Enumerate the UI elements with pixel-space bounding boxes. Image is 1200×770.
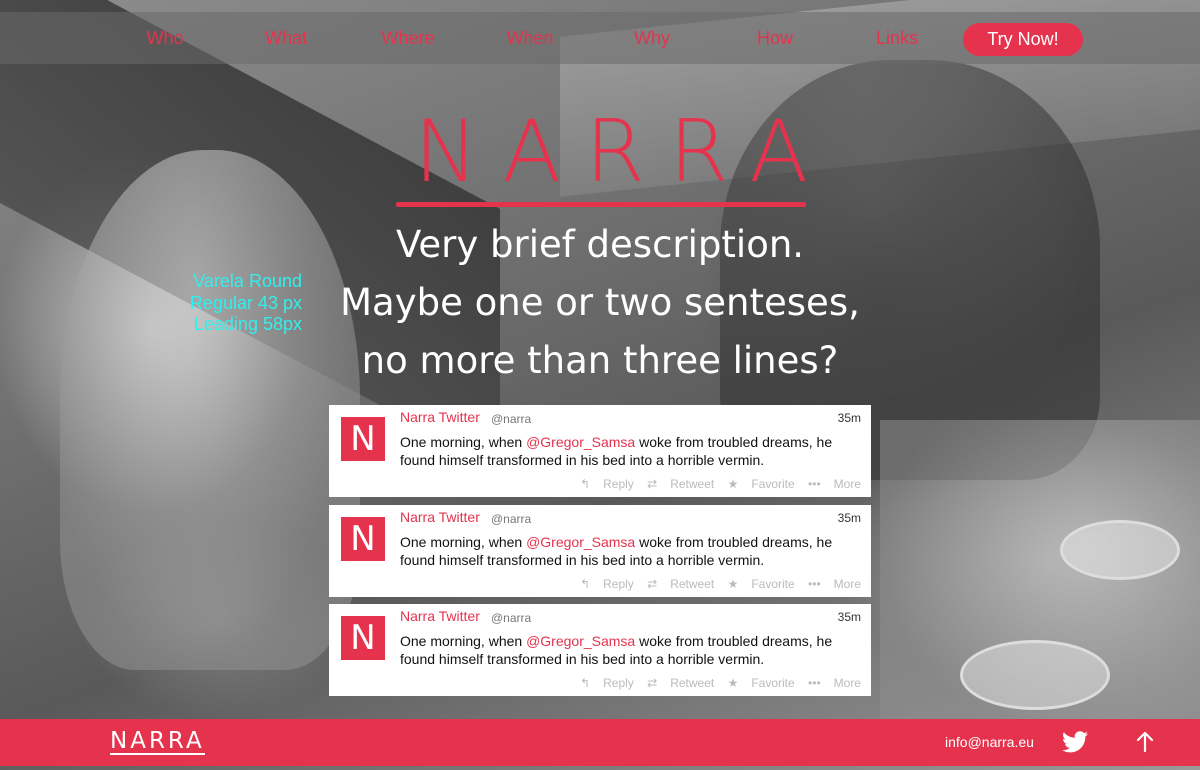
tweet-mention-link[interactable]: @Gregor_Samsa (526, 633, 635, 649)
font-annotation: Varela Round Regular 43 px Leading 58px (150, 271, 302, 336)
nav-item-when[interactable]: When (475, 12, 585, 64)
more-dots-icon: ••• (808, 577, 821, 591)
more-action[interactable]: ••• More (808, 477, 861, 491)
hero-logo-underline (396, 202, 806, 207)
favorite-action[interactable]: ★ Favorite (728, 577, 795, 591)
hero-logo: NARRA (414, 102, 833, 202)
nav-item-who[interactable]: Who (110, 12, 220, 64)
hero-description-line: no more than three lines? (361, 339, 839, 382)
twitter-icon[interactable] (1062, 731, 1088, 753)
tweet-time[interactable]: 35m (838, 511, 861, 525)
retweet-action[interactable]: ⇄ Retweet (647, 577, 714, 591)
tweet-mention-link[interactable]: @Gregor_Samsa (526, 534, 635, 550)
reply-label: Reply (603, 477, 634, 491)
more-label: More (833, 477, 861, 491)
footer: NARRA info@narra.eu (0, 719, 1200, 766)
more-label: More (833, 676, 861, 690)
nav-item-links[interactable]: Links (842, 12, 952, 64)
favorite-label: Favorite (751, 477, 795, 491)
tweet-author-name[interactable]: Narra Twitter (400, 509, 480, 525)
reply-icon: ↰ (580, 577, 591, 591)
try-now-button[interactable]: Try Now! (963, 23, 1083, 56)
nav-item-where[interactable]: Where (353, 12, 463, 64)
reply-label: Reply (603, 676, 634, 690)
more-dots-icon: ••• (808, 477, 821, 491)
reply-action[interactable]: ↰ Reply (580, 477, 634, 491)
nav-item-what[interactable]: What (231, 12, 341, 64)
reply-icon: ↰ (580, 477, 591, 491)
tweet-time[interactable]: 35m (838, 610, 861, 624)
tweet-actions: ↰ Reply ⇄ Retweet ★ Favorite ••• More (570, 676, 861, 690)
tweet-text: One morning, when @Gregor_Samsa woke fro… (400, 433, 866, 469)
background-plate (1060, 520, 1180, 580)
star-icon: ★ (727, 676, 739, 690)
background-plate (960, 640, 1110, 710)
retweet-icon: ⇄ (647, 477, 658, 491)
tweet-text: One morning, when @Gregor_Samsa woke fro… (400, 533, 866, 569)
tweet-author-handle[interactable]: @narra (491, 412, 531, 426)
retweet-action[interactable]: ⇄ Retweet (647, 676, 714, 690)
tweet-author-handle[interactable]: @narra (491, 512, 531, 526)
font-annotation-line: Leading 58px (193, 314, 302, 334)
reply-action[interactable]: ↰ Reply (580, 676, 634, 690)
tweet-card: N Narra Twitter @narra 35m One morning, … (329, 604, 871, 696)
favorite-action[interactable]: ★ Favorite (728, 477, 795, 491)
top-nav: Who What Where When Why How Links Try No… (0, 12, 1200, 64)
tweet-card: N Narra Twitter @narra 35m One morning, … (329, 405, 871, 497)
reply-action[interactable]: ↰ Reply (580, 577, 634, 591)
tweet-author-name[interactable]: Narra Twitter (400, 608, 480, 624)
hero-description-line: Maybe one or two senteses, (340, 281, 860, 324)
reply-label: Reply (603, 577, 634, 591)
retweet-action[interactable]: ⇄ Retweet (647, 477, 714, 491)
reply-icon: ↰ (580, 676, 591, 690)
footer-email-link[interactable]: info@narra.eu (945, 734, 1034, 750)
footer-logo[interactable]: NARRA (110, 729, 205, 755)
font-annotation-line: Varela Round (193, 271, 302, 291)
favorite-label: Favorite (751, 676, 795, 690)
tweet-author-name[interactable]: Narra Twitter (400, 409, 480, 425)
favorite-action[interactable]: ★ Favorite (728, 676, 795, 690)
hero-description-line: Very brief description. (395, 223, 805, 266)
nav-item-why[interactable]: Why (597, 12, 707, 64)
nav-item-how[interactable]: How (720, 12, 830, 64)
retweet-icon: ⇄ (647, 577, 658, 591)
tweet-mention-link[interactable]: @Gregor_Samsa (526, 434, 635, 450)
more-action[interactable]: ••• More (808, 577, 861, 591)
twitter-avatar[interactable]: N (341, 517, 385, 561)
font-annotation-line: Regular 43 px (189, 292, 302, 313)
more-action[interactable]: ••• More (808, 676, 861, 690)
hero-description: Very brief description. Maybe one or two… (300, 216, 900, 390)
retweet-label: Retweet (670, 477, 715, 491)
twitter-avatar[interactable]: N (341, 417, 385, 461)
tweet-actions: ↰ Reply ⇄ Retweet ★ Favorite ••• More (570, 477, 861, 491)
arrow-up-icon[interactable] (1136, 731, 1154, 753)
tweet-actions: ↰ Reply ⇄ Retweet ★ Favorite ••• More (570, 577, 861, 591)
tweet-author-handle[interactable]: @narra (491, 611, 531, 625)
retweet-label: Retweet (670, 676, 715, 690)
star-icon: ★ (727, 477, 739, 491)
tweet-text-part: One morning, when (400, 434, 527, 450)
tweet-text: One morning, when @Gregor_Samsa woke fro… (400, 632, 866, 668)
star-icon: ★ (727, 577, 739, 591)
more-dots-icon: ••• (808, 676, 821, 690)
retweet-label: Retweet (670, 577, 715, 591)
tweet-text-part: One morning, when (400, 633, 527, 649)
tweet-text-part: One morning, when (400, 534, 527, 550)
retweet-icon: ⇄ (647, 676, 658, 690)
tweet-card: N Narra Twitter @narra 35m One morning, … (329, 505, 871, 597)
twitter-avatar[interactable]: N (341, 616, 385, 660)
tweet-time[interactable]: 35m (838, 411, 861, 425)
more-label: More (833, 577, 861, 591)
favorite-label: Favorite (751, 577, 795, 591)
